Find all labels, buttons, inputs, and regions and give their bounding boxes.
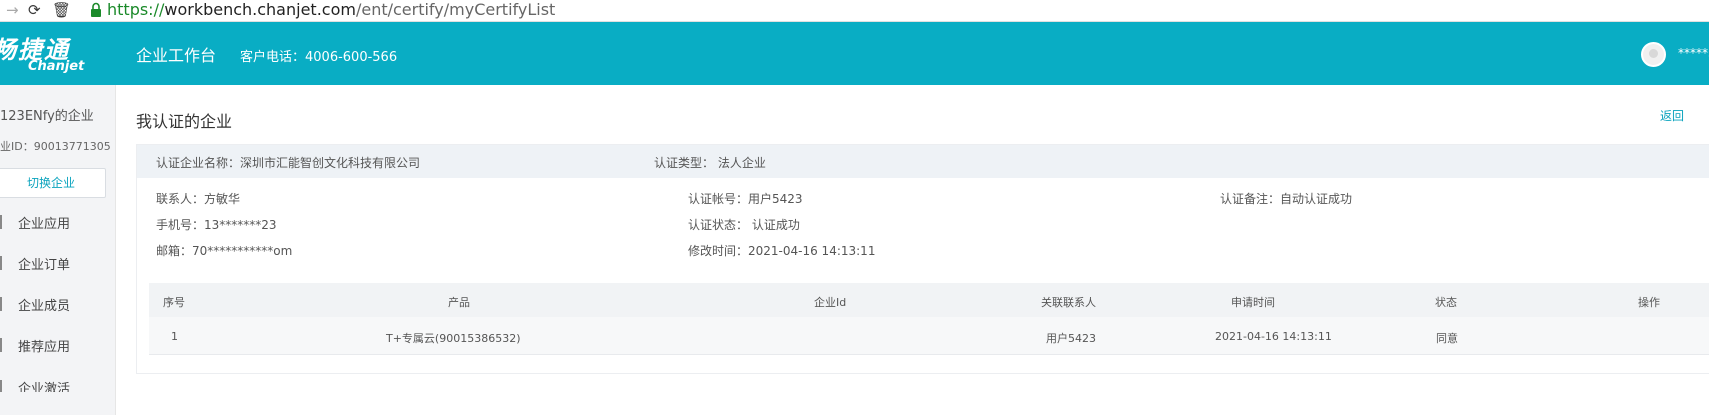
sidebar-company-id: 业ID：90013771305 bbox=[0, 140, 111, 153]
sidebar-item-recommended[interactable]: 推荐应用 bbox=[0, 336, 116, 356]
table-header: 序号 产品 企业Id 关联联系人 申请时间 状态 操作 bbox=[149, 283, 1709, 317]
contact-person: 联系人：方敏华 bbox=[156, 192, 241, 206]
col-apply-time: 申请时间 bbox=[1231, 296, 1275, 309]
col-index: 序号 bbox=[163, 296, 185, 309]
cell-status: 同意 bbox=[1436, 332, 1458, 345]
col-contact: 关联联系人 bbox=[1041, 296, 1096, 309]
cert-account: 认证帐号：用户5423 bbox=[688, 192, 803, 206]
cell-product: T+专属云(90015386532) bbox=[386, 332, 521, 345]
sidebar-item-label: 企业激活 bbox=[18, 382, 71, 392]
sidebar-item-label: 企业应用 bbox=[18, 217, 71, 232]
cell-contact: 用户5423 bbox=[1046, 332, 1096, 345]
col-enterprise-id: 企业Id bbox=[814, 296, 847, 309]
cert-type: 认证类型： 法人企业 bbox=[654, 156, 766, 170]
trash-icon[interactable]: 🗑 bbox=[52, 0, 71, 20]
apps-icon bbox=[0, 215, 6, 229]
back-link[interactable]: 返回 bbox=[1660, 107, 1684, 124]
user-name[interactable]: *****3 bbox=[1678, 46, 1709, 60]
logo-text-en: Chanjet bbox=[28, 59, 85, 74]
activation-icon bbox=[0, 380, 6, 392]
header-title: 企业工作台 bbox=[136, 46, 217, 65]
sidebar-item-apps[interactable]: 企业应用 bbox=[0, 213, 116, 233]
forward-icon[interactable]: → bbox=[6, 0, 19, 20]
sidebar-item-members[interactable]: 企业成员 bbox=[0, 295, 116, 315]
col-action: 操作 bbox=[1638, 296, 1660, 309]
user-avatar[interactable] bbox=[1641, 42, 1666, 67]
email: 邮箱：70***********om bbox=[156, 244, 293, 258]
cell-index: 1 bbox=[171, 330, 178, 343]
table-row: 1 T+专属云(90015386532) 用户5423 2021-04-16 1… bbox=[149, 317, 1709, 355]
sidebar-company-name: 123ENfy的企业 bbox=[0, 109, 94, 124]
cert-status: 认证状态： 认证成功 bbox=[688, 218, 800, 232]
sidebar-item-label: 企业成员 bbox=[18, 299, 71, 314]
modified-time: 修改时间：2021-04-16 14:13:11 bbox=[688, 244, 876, 258]
cert-company-name: 认证企业名称：深圳市汇能智创文化科技有限公司 bbox=[156, 156, 421, 170]
chanjet-logo[interactable]: 畅捷通 Chanjet bbox=[0, 28, 100, 78]
cert-remark: 认证备注：自动认证成功 bbox=[1220, 192, 1353, 206]
customer-phone: 客户电话：4006-600-566 bbox=[240, 50, 398, 65]
sidebar-item-label: 企业订单 bbox=[18, 258, 71, 273]
card-header: 认证企业名称：深圳市汇能智创文化科技有限公司 认证类型： 法人企业 bbox=[137, 145, 1709, 178]
app-header: 畅捷通 Chanjet 企业工作台 客户电话：4006-600-566 ****… bbox=[0, 22, 1709, 85]
page-title: 我认证的企业 bbox=[136, 112, 233, 131]
switch-company-button[interactable]: 切换企业 bbox=[0, 168, 106, 198]
col-product: 产品 bbox=[448, 296, 470, 309]
url-field[interactable]: https://workbench.chanjet.com/ent/certif… bbox=[107, 0, 555, 20]
browser-address-bar: → ⟳ 🗑 https://workbench.chanjet.com/ent/… bbox=[0, 0, 1709, 22]
col-status: 状态 bbox=[1435, 296, 1457, 309]
sidebar-item-label: 推荐应用 bbox=[18, 340, 71, 355]
product-table: 序号 产品 企业Id 关联联系人 申请时间 状态 操作 1 T+专属云(9001… bbox=[149, 283, 1709, 359]
sidebar-item-orders[interactable]: 企业订单 bbox=[0, 254, 116, 274]
sidebar: 123ENfy的企业 业ID：90013771305 切换企业 企业应用 企业订… bbox=[0, 85, 116, 415]
reload-icon[interactable]: ⟳ bbox=[28, 0, 41, 20]
lock-icon bbox=[91, 2, 101, 17]
recommended-icon bbox=[0, 338, 6, 352]
certification-card: 认证企业名称：深圳市汇能智创文化科技有限公司 认证类型： 法人企业 联系人：方敏… bbox=[136, 144, 1709, 374]
orders-icon bbox=[0, 256, 6, 270]
phone-number: 手机号：13*******23 bbox=[156, 218, 277, 232]
sidebar-item-activation[interactable]: 企业激活 bbox=[0, 378, 116, 392]
cell-apply-time: 2021-04-16 14:13:11 bbox=[1215, 330, 1332, 343]
members-icon bbox=[0, 297, 6, 311]
